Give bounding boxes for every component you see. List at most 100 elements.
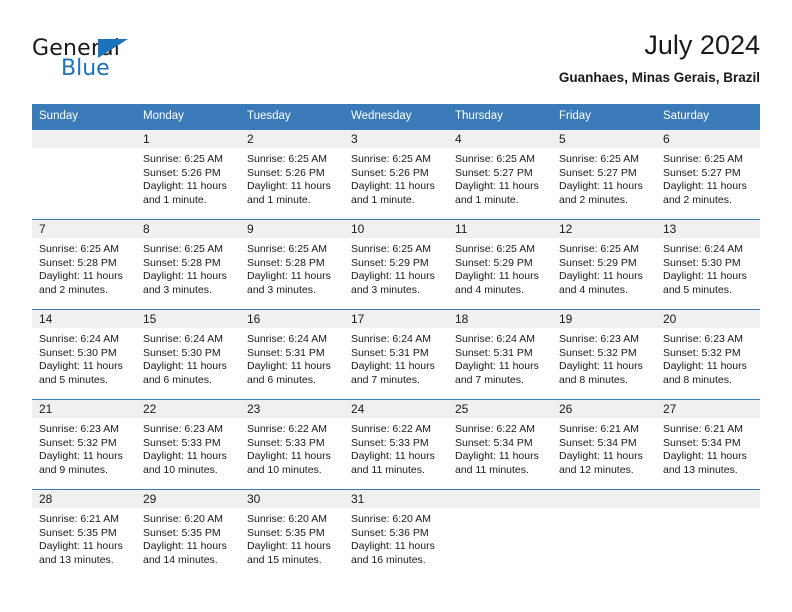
day-details: Sunrise: 6:21 AM Sunset: 5:34 PM Dayligh…: [552, 418, 656, 477]
sunset-text: Sunset: 5:26 PM: [143, 166, 221, 179]
day-details: Sunrise: 6:24 AM Sunset: 5:30 PM Dayligh…: [32, 328, 136, 387]
day-details: Sunrise: 6:25 AM Sunset: 5:26 PM Dayligh…: [136, 148, 240, 207]
sunrise-text: Sunrise: 6:23 AM: [143, 423, 223, 435]
day-cell[interactable]: 28 Sunrise: 6:21 AM Sunset: 5:35 PM Dayl…: [32, 490, 136, 579]
week-row: 7 Sunrise: 6:25 AM Sunset: 5:28 PM Dayli…: [32, 219, 760, 309]
day-details: Sunrise: 6:21 AM Sunset: 5:34 PM Dayligh…: [656, 418, 760, 477]
day-details: Sunrise: 6:24 AM Sunset: 5:30 PM Dayligh…: [136, 328, 240, 387]
day-cell[interactable]: [656, 490, 760, 579]
day-cell[interactable]: 25 Sunrise: 6:22 AM Sunset: 5:34 PM Dayl…: [448, 400, 552, 489]
day-cell[interactable]: 5 Sunrise: 6:25 AM Sunset: 5:27 PM Dayli…: [552, 130, 656, 219]
day-cell[interactable]: 27 Sunrise: 6:21 AM Sunset: 5:34 PM Dayl…: [656, 400, 760, 489]
day-details: Sunrise: 6:24 AM Sunset: 5:31 PM Dayligh…: [448, 328, 552, 387]
day-cell[interactable]: 8 Sunrise: 6:25 AM Sunset: 5:28 PM Dayli…: [136, 220, 240, 309]
daylight-text: Daylight: 11 hours and 9 minutes.: [39, 450, 123, 476]
day-details: Sunrise: 6:25 AM Sunset: 5:28 PM Dayligh…: [32, 238, 136, 297]
day-number: 9: [240, 220, 344, 238]
daylight-text: Daylight: 11 hours and 8 minutes.: [663, 360, 747, 386]
page-title: July 2024: [644, 30, 760, 60]
day-number: 24: [344, 400, 448, 418]
day-cell[interactable]: 17 Sunrise: 6:24 AM Sunset: 5:31 PM Dayl…: [344, 310, 448, 399]
sunset-text: Sunset: 5:27 PM: [559, 166, 637, 179]
day-cell[interactable]: 13 Sunrise: 6:24 AM Sunset: 5:30 PM Dayl…: [656, 220, 760, 309]
day-cell[interactable]: 19 Sunrise: 6:23 AM Sunset: 5:32 PM Dayl…: [552, 310, 656, 399]
logo-text-blue: Blue: [61, 56, 110, 81]
daylight-text: Daylight: 11 hours and 15 minutes.: [247, 540, 331, 566]
sunset-text: Sunset: 5:30 PM: [663, 256, 741, 269]
day-cell[interactable]: 31 Sunrise: 6:20 AM Sunset: 5:36 PM Dayl…: [344, 490, 448, 579]
sunrise-text: Sunrise: 6:24 AM: [39, 333, 119, 345]
day-cell[interactable]: 15 Sunrise: 6:24 AM Sunset: 5:30 PM Dayl…: [136, 310, 240, 399]
sunrise-text: Sunrise: 6:24 AM: [247, 333, 327, 345]
sunrise-text: Sunrise: 6:25 AM: [663, 153, 743, 165]
day-cell[interactable]: 1 Sunrise: 6:25 AM Sunset: 5:26 PM Dayli…: [136, 130, 240, 219]
sunset-text: Sunset: 5:28 PM: [143, 256, 221, 269]
day-number: 18: [448, 310, 552, 328]
day-cell[interactable]: 10 Sunrise: 6:25 AM Sunset: 5:29 PM Dayl…: [344, 220, 448, 309]
day-number: 3: [344, 130, 448, 148]
weekday-thursday: Thursday: [455, 110, 503, 122]
sunrise-text: Sunrise: 6:25 AM: [247, 153, 327, 165]
sunrise-text: Sunrise: 6:25 AM: [39, 243, 119, 255]
sunset-text: Sunset: 5:26 PM: [351, 166, 429, 179]
sunrise-text: Sunrise: 6:25 AM: [455, 243, 535, 255]
day-cell[interactable]: [552, 490, 656, 579]
sunset-text: Sunset: 5:33 PM: [143, 436, 221, 449]
daylight-text: Daylight: 11 hours and 16 minutes.: [351, 540, 435, 566]
day-cell[interactable]: 11 Sunrise: 6:25 AM Sunset: 5:29 PM Dayl…: [448, 220, 552, 309]
day-cell[interactable]: 26 Sunrise: 6:21 AM Sunset: 5:34 PM Dayl…: [552, 400, 656, 489]
sunset-text: Sunset: 5:32 PM: [559, 346, 637, 359]
sunrise-text: Sunrise: 6:24 AM: [351, 333, 431, 345]
day-cell[interactable]: 9 Sunrise: 6:25 AM Sunset: 5:28 PM Dayli…: [240, 220, 344, 309]
daylight-text: Daylight: 11 hours and 6 minutes.: [143, 360, 227, 386]
daylight-text: Daylight: 11 hours and 3 minutes.: [351, 270, 435, 296]
day-cell[interactable]: 6 Sunrise: 6:25 AM Sunset: 5:27 PM Dayli…: [656, 130, 760, 219]
day-cell[interactable]: 3 Sunrise: 6:25 AM Sunset: 5:26 PM Dayli…: [344, 130, 448, 219]
day-cell[interactable]: 23 Sunrise: 6:22 AM Sunset: 5:33 PM Dayl…: [240, 400, 344, 489]
day-details: [448, 508, 552, 513]
daylight-text: Daylight: 11 hours and 1 minute.: [455, 180, 539, 206]
day-cell[interactable]: 21 Sunrise: 6:23 AM Sunset: 5:32 PM Dayl…: [32, 400, 136, 489]
day-cell[interactable]: 24 Sunrise: 6:22 AM Sunset: 5:33 PM Dayl…: [344, 400, 448, 489]
day-cell[interactable]: [32, 130, 136, 219]
sunrise-text: Sunrise: 6:25 AM: [559, 243, 639, 255]
day-details: [552, 508, 656, 513]
sunrise-text: Sunrise: 6:22 AM: [351, 423, 431, 435]
sunset-text: Sunset: 5:32 PM: [39, 436, 117, 449]
sunrise-text: Sunrise: 6:25 AM: [143, 153, 223, 165]
daylight-text: Daylight: 11 hours and 4 minutes.: [455, 270, 539, 296]
day-number: 10: [344, 220, 448, 238]
daylight-text: Daylight: 11 hours and 2 minutes.: [39, 270, 123, 296]
day-details: Sunrise: 6:23 AM Sunset: 5:33 PM Dayligh…: [136, 418, 240, 477]
sunset-text: Sunset: 5:32 PM: [663, 346, 741, 359]
day-cell[interactable]: 18 Sunrise: 6:24 AM Sunset: 5:31 PM Dayl…: [448, 310, 552, 399]
day-number: 2: [240, 130, 344, 148]
day-details: [656, 508, 760, 513]
calendar-grid: Sunday Monday Tuesday Wednesday Thursday…: [32, 104, 760, 579]
daylight-text: Daylight: 11 hours and 7 minutes.: [351, 360, 435, 386]
day-cell[interactable]: 20 Sunrise: 6:23 AM Sunset: 5:32 PM Dayl…: [656, 310, 760, 399]
day-cell[interactable]: 29 Sunrise: 6:20 AM Sunset: 5:35 PM Dayl…: [136, 490, 240, 579]
weekday-sunday: Sunday: [39, 110, 79, 122]
day-cell[interactable]: 12 Sunrise: 6:25 AM Sunset: 5:29 PM Dayl…: [552, 220, 656, 309]
day-cell[interactable]: 2 Sunrise: 6:25 AM Sunset: 5:26 PM Dayli…: [240, 130, 344, 219]
day-details: Sunrise: 6:20 AM Sunset: 5:36 PM Dayligh…: [344, 508, 448, 567]
day-number: 5: [552, 130, 656, 148]
day-cell[interactable]: [448, 490, 552, 579]
sunset-text: Sunset: 5:27 PM: [455, 166, 533, 179]
day-cell[interactable]: 14 Sunrise: 6:24 AM Sunset: 5:30 PM Dayl…: [32, 310, 136, 399]
day-cell[interactable]: 7 Sunrise: 6:25 AM Sunset: 5:28 PM Dayli…: [32, 220, 136, 309]
daylight-text: Daylight: 11 hours and 3 minutes.: [247, 270, 331, 296]
daylight-text: Daylight: 11 hours and 11 minutes.: [351, 450, 435, 476]
day-details: Sunrise: 6:25 AM Sunset: 5:27 PM Dayligh…: [552, 148, 656, 207]
day-number: 4: [448, 130, 552, 148]
daylight-text: Daylight: 11 hours and 10 minutes.: [247, 450, 331, 476]
day-details: Sunrise: 6:24 AM Sunset: 5:31 PM Dayligh…: [240, 328, 344, 387]
day-details: Sunrise: 6:24 AM Sunset: 5:30 PM Dayligh…: [656, 238, 760, 297]
day-cell[interactable]: 30 Sunrise: 6:20 AM Sunset: 5:35 PM Dayl…: [240, 490, 344, 579]
sunset-text: Sunset: 5:28 PM: [39, 256, 117, 269]
day-number: 19: [552, 310, 656, 328]
day-cell[interactable]: 4 Sunrise: 6:25 AM Sunset: 5:27 PM Dayli…: [448, 130, 552, 219]
day-cell[interactable]: 16 Sunrise: 6:24 AM Sunset: 5:31 PM Dayl…: [240, 310, 344, 399]
day-cell[interactable]: 22 Sunrise: 6:23 AM Sunset: 5:33 PM Dayl…: [136, 400, 240, 489]
